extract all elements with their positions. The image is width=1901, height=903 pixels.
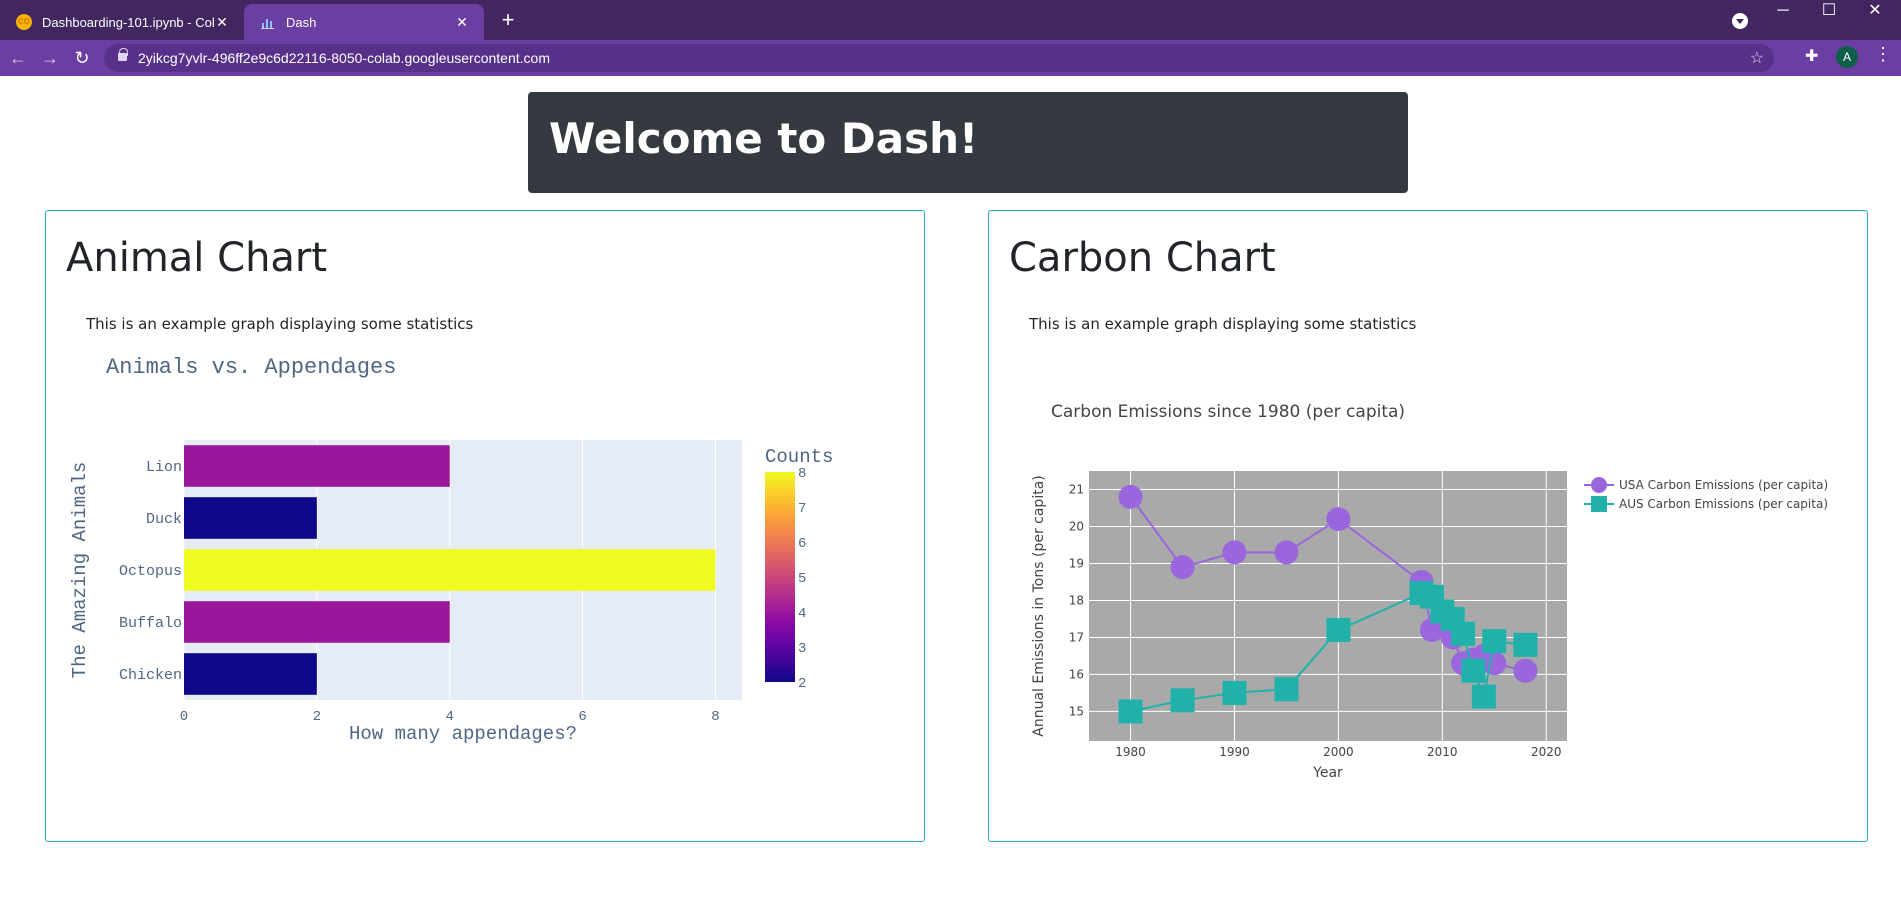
y-tick-label: 21 [1069, 482, 1084, 496]
animal-card: Animal Chart This is an example graph di… [45, 210, 925, 842]
data-point [1274, 540, 1299, 565]
y-tick-label: 18 [1069, 593, 1084, 607]
data-point [1482, 651, 1507, 676]
tab-search-icon[interactable] [1732, 13, 1748, 29]
bar [184, 445, 450, 487]
chart-title: Animals vs. Appendages [106, 355, 396, 380]
y-tick-label: Octopus [119, 563, 182, 580]
colorbar-tick-label: 3 [798, 641, 806, 657]
colab-icon: CO [16, 14, 32, 30]
carbon-card: Carbon Chart This is an example graph di… [988, 210, 1868, 842]
y-tick-label: 15 [1069, 704, 1084, 718]
data-point [1326, 507, 1351, 532]
x-tick-label: 1980 [1115, 745, 1146, 759]
data-point [1513, 658, 1538, 683]
data-point [1461, 658, 1486, 683]
x-axis-label: Year [1312, 765, 1343, 781]
url-text: 2yikcg7yvlr-496ff2e9c6d22116-8050-colab.… [138, 50, 550, 66]
banner-title: Welcome to Dash! [549, 114, 979, 163]
bar [184, 549, 716, 591]
window-close-icon[interactable]: ✕ [1852, 0, 1898, 30]
legend-label: AUS Carbon Emissions (per capita) [1619, 497, 1828, 511]
animal-chart[interactable]: Animals vs. Appendages 0 2 4 6 8 Lion Duck Octop… [46, 211, 923, 840]
x-tick-label: 8 [711, 709, 719, 725]
colorbar-tick-label: 5 [798, 571, 806, 587]
extensions-icon[interactable]: ✚ [1805, 46, 1818, 66]
colorbar [765, 472, 795, 682]
bookmark-star-icon[interactable]: ☆ [1750, 48, 1764, 68]
x-axis-label: How many appendages? [349, 723, 577, 745]
x-tick-label: 1990 [1219, 745, 1250, 759]
y-tick-label: Chicken [119, 667, 182, 684]
x-tick-label: 2010 [1427, 745, 1458, 759]
data-point [1222, 540, 1247, 565]
colorbar-title: Counts [765, 446, 833, 468]
x-tick-label: 2020 [1531, 745, 1562, 759]
data-point [1118, 699, 1143, 724]
welcome-banner: Welcome to Dash! [528, 92, 1408, 193]
data-point [1513, 632, 1538, 657]
data-point [1451, 621, 1476, 646]
data-point [1222, 680, 1247, 705]
back-icon[interactable]: ← [6, 46, 30, 70]
bar [184, 653, 317, 695]
legend-marker [1591, 496, 1607, 512]
data-point [1482, 629, 1507, 654]
bar [184, 601, 450, 643]
tab-title: Dash [286, 14, 317, 30]
y-tick-label: Duck [146, 511, 182, 528]
data-point [1471, 684, 1496, 709]
colorbar-tick-label: 4 [798, 606, 806, 622]
lock-icon [118, 48, 128, 61]
y-tick-label: 16 [1069, 667, 1084, 681]
x-tick-label: 2000 [1323, 745, 1354, 759]
page-content: Welcome to Dash! Animal Chart This is an… [0, 76, 1901, 903]
bar [184, 497, 317, 539]
colorbar-tick-label: 2 [798, 676, 806, 692]
y-tick-label: Lion [146, 459, 182, 476]
reload-icon[interactable]: ↻ [70, 46, 94, 70]
tab-title: Dashboarding-101.ipynb - Colab [42, 14, 214, 30]
data-point [1274, 677, 1299, 702]
tab-colab[interactable]: CO Dashboarding-101.ipynb - Colab ✕ [0, 4, 244, 40]
tab-dash[interactable]: Dash ✕ [244, 4, 484, 40]
y-tick-label: 19 [1069, 556, 1084, 570]
y-axis-label: Annual Emissions in Tons (per capita) [1031, 475, 1047, 736]
menu-icon[interactable]: ⋮ [1874, 44, 1892, 65]
forward-icon[interactable]: → [38, 46, 62, 70]
address-bar[interactable]: 2yikcg7yvlr-496ff2e9c6d22116-8050-colab.… [104, 44, 1774, 72]
close-icon[interactable]: ✕ [454, 14, 470, 31]
x-tick-label: 6 [578, 709, 586, 725]
y-tick-label: 20 [1069, 519, 1084, 533]
x-tick-label: 0 [180, 709, 188, 725]
chart-icon [261, 19, 274, 29]
y-tick-label: 17 [1069, 630, 1084, 644]
maximize-icon[interactable]: ☐ [1806, 0, 1852, 30]
close-icon[interactable]: ✕ [214, 14, 230, 31]
data-point [1118, 484, 1143, 509]
legend-label: USA Carbon Emissions (per capita) [1619, 478, 1828, 492]
chart-title: Carbon Emissions since 1980 (per capita) [1051, 402, 1405, 422]
data-point [1170, 555, 1195, 580]
new-tab-button[interactable]: + [496, 9, 520, 33]
y-tick-label: Buffalo [119, 615, 182, 632]
data-point [1326, 618, 1351, 643]
minimize-icon[interactable]: ─ [1760, 0, 1806, 30]
carbon-chart[interactable]: Carbon Emissions since 1980 (per capita)… [989, 211, 1866, 840]
colorbar-tick-label: 8 [798, 466, 806, 482]
colorbar-tick-label: 6 [798, 536, 806, 552]
browser-toolbar: ← → ↻ 2yikcg7yvlr-496ff2e9c6d22116-8050-… [0, 40, 1901, 76]
browser-tab-bar: CO Dashboarding-101.ipynb - Colab ✕ Dash… [0, 0, 1901, 40]
avatar[interactable]: A [1836, 46, 1858, 68]
data-point [1170, 688, 1195, 713]
colorbar-tick-label: 7 [798, 501, 806, 517]
legend-marker [1591, 477, 1607, 493]
x-tick-label: 2 [313, 709, 321, 725]
y-axis-label: The Amazing Animals [69, 462, 91, 679]
